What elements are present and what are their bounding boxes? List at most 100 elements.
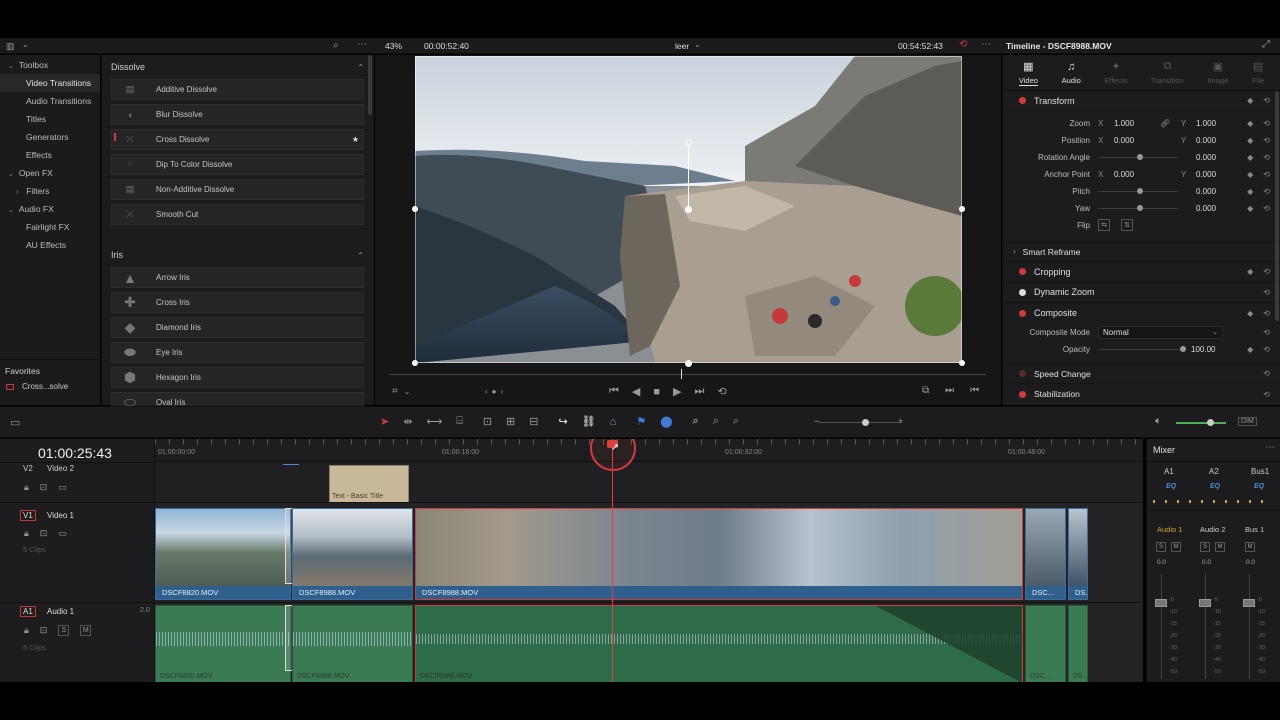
keyframe-icon[interactable]: ◆ [1247,187,1253,196]
panel-toggle-icon[interactable]: ▥ [6,41,15,52]
keyframe-icon[interactable]: ◆ [1247,136,1253,145]
scrollbar[interactable] [368,55,372,115]
zoom-in-icon[interactable]: + [898,416,903,426]
expand-icon[interactable]: ⤢ [1262,39,1270,50]
master-volume-slider[interactable] [1176,422,1226,424]
audio-clip[interactable]: DSC... [1025,605,1066,682]
chevron-down-icon[interactable]: ⌄ [8,171,16,178]
chevron-down-icon[interactable]: ⌄ [8,63,16,70]
slider-knob[interactable] [1207,419,1214,426]
favorite-item[interactable]: Cross...solve [0,376,100,391]
iris-header[interactable]: Iris ⌃ [102,243,374,267]
stop-icon[interactable]: ■ [653,386,660,398]
toolbox-item[interactable]: Video Transitions [0,74,100,92]
effect-item[interactable]: ◆ Diamond Iris [111,317,364,338]
viewer-scrubber[interactable] [389,374,986,375]
enable-dot[interactable] [1019,370,1026,378]
replace-clip-icon[interactable]: ⊟ [529,415,538,428]
fader-knob[interactable] [1199,599,1211,607]
video-clip[interactable]: DSC... [1025,508,1066,600]
prev-clip-icon[interactable]: ⏮ [970,385,979,396]
position-lock-icon[interactable]: ⌂ [610,416,617,428]
reset-icon[interactable]: ⟲ [1263,119,1270,128]
blade-tool-icon[interactable]: ⌸ [456,415,463,428]
reset-icon[interactable]: ⟲ [1263,170,1270,179]
reset-icon[interactable]: ⟲ [1263,267,1270,276]
tab-transition[interactable]: ⧉ Transition [1151,60,1184,85]
keyframe-icon[interactable]: ◆ [1247,170,1253,179]
video-clip[interactable]: DS... [1068,508,1088,600]
go-to-start-icon[interactable]: ⏮ [609,385,619,398]
reset-icon[interactable]: ⟲ [1263,204,1270,213]
yaw-value[interactable]: 0.000 [1196,204,1216,213]
chevron-down-icon[interactable]: ⌄ [22,40,29,49]
keyframe-icon[interactable]: ◆ [1247,267,1253,276]
eq-button[interactable]: EQ [1166,483,1176,490]
chevron-right-icon[interactable]: › [16,186,21,196]
tab-effects[interactable]: ✦ Effects [1105,60,1128,85]
auto-select-icon[interactable]: ⊡ [40,625,48,636]
scrollbar[interactable] [1275,91,1279,321]
eq-button[interactable]: EQ [1254,483,1264,490]
pitch-value[interactable]: 0.000 [1196,187,1216,196]
tab-video[interactable]: ▦ Video [1018,60,1038,86]
volume-icon[interactable]: 🔈︎ [1155,415,1162,428]
chevron-down-icon[interactable]: ⌄ [404,387,411,396]
zoom-y-value[interactable]: 1.000 [1196,119,1216,128]
lock-icon[interactable]: 🔒︎ [24,625,29,636]
disable-track-icon[interactable]: ▭ [58,528,67,539]
cropping-section[interactable]: Cropping ◆ ⟲ [1003,262,1280,283]
keyframe-icon[interactable]: ◆ [1247,345,1253,354]
video-clip[interactable]: DSCF8988.MOV [292,508,413,600]
sync-icon[interactable]: ⟲ [959,39,967,50]
mute-button[interactable]: M [1245,542,1255,552]
opacity-slider[interactable] [1098,348,1183,350]
next-clip-icon[interactable]: ⏭ [945,385,954,396]
enable-dot[interactable] [1019,309,1026,317]
transform-handle[interactable] [959,360,965,366]
flip-horizontal-icon[interactable]: ⇆ [1098,219,1110,231]
solo-button[interactable]: S [58,625,70,636]
selection-tool-icon[interactable]: ➤ [380,415,389,428]
opacity-value[interactable]: 100.00 [1191,345,1215,354]
more-icon[interactable]: ⋯ [981,39,991,50]
more-icon[interactable]: ⋯ [1265,442,1275,453]
zoom-full-icon[interactable]: ⌕ [693,415,699,428]
keyframe-icon[interactable]: ◆ [1247,119,1253,128]
effect-item[interactable]: ⬬ Eye Iris [111,342,364,363]
toolbox-item[interactable]: Generators [0,128,100,146]
tab-file[interactable]: ▤ File [1252,60,1264,85]
trim-tool-icon[interactable]: ⇹ [403,415,412,428]
solo-button[interactable]: S [1156,542,1166,552]
auto-select-icon[interactable]: ⊡ [40,528,48,539]
viewer-zoom[interactable]: 43% [385,41,402,51]
anchor-x-value[interactable]: 0.000 [1114,170,1134,179]
zoom-custom-icon[interactable]: ⌕ [733,415,739,428]
zoom-x-value[interactable]: 1.000 [1114,119,1134,128]
effect-item[interactable]: ⁘ Dip To Color Dissolve [111,154,364,175]
keyframe-icon[interactable]: ◆ [1247,153,1253,162]
title-clip[interactable]: Text - Basic Title [329,465,409,503]
toolbox-item[interactable]: AU Effects [0,236,100,254]
zoom-out-icon[interactable]: − [814,416,819,426]
reset-icon[interactable]: ⟲ [1263,328,1270,337]
reset-icon[interactable]: ⟲ [1263,288,1270,297]
toolbox-item[interactable]: ⌄ Audio FX [0,200,100,218]
jog-control[interactable]: ‹ ● › [485,387,503,396]
dissolve-header[interactable]: Dissolve ⌃ [102,55,374,79]
mute-button[interactable]: M [80,625,92,636]
smart-reframe-section[interactable]: › Smart Reframe [1003,241,1280,262]
more-icon[interactable]: ⋯ [357,39,367,50]
flip-vertical-icon[interactable]: ⇅ [1121,219,1133,231]
toolbox-item[interactable]: Fairlight FX [0,218,100,236]
video-clip[interactable]: DSCF8820.MOV [155,508,291,600]
mute-button[interactable]: M [1171,542,1181,552]
transform-handle[interactable] [959,206,965,212]
transform-section[interactable]: Transform ◆ ⟲ [1003,91,1280,112]
audio-clip[interactable]: DSCF8820.MOV [155,605,291,682]
effect-item[interactable]: ▤ Non-Additive Dissolve [111,179,364,200]
lock-icon[interactable]: 🔒︎ [24,482,29,493]
match-frame-icon[interactable]: ⧉ [922,385,929,396]
toolbox-item[interactable]: ⌄ Toolbox [0,56,100,74]
chevron-up-icon[interactable]: ⌃ [357,251,364,260]
